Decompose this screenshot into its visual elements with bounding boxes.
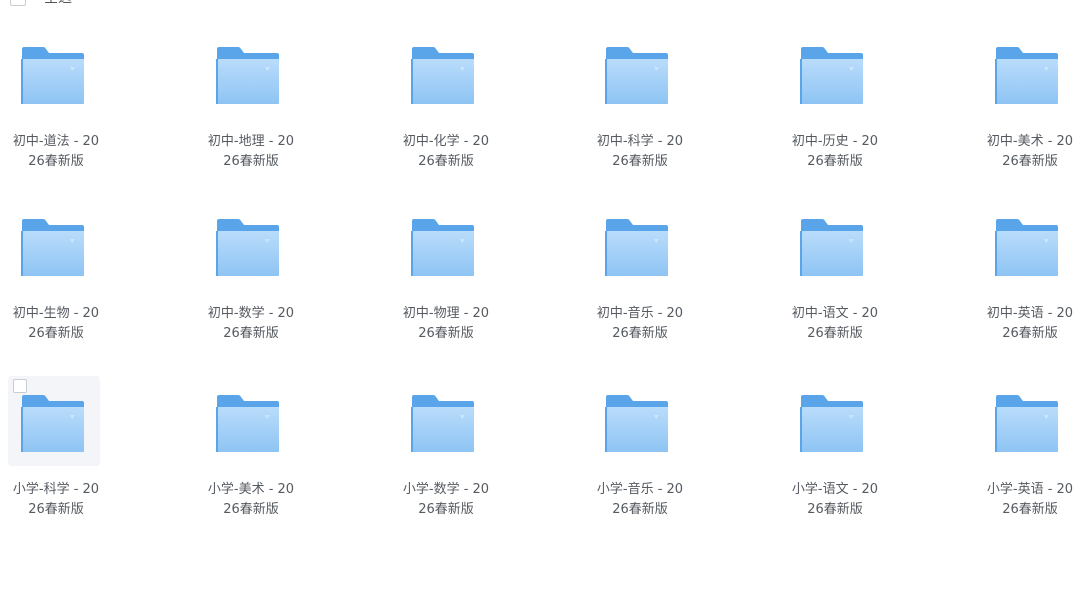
folder-name-line1: 初中-英语 - 20 xyxy=(986,306,1074,321)
folder-name-line2: 26春新版 xyxy=(28,326,84,341)
folder-name-line2: 26春新版 xyxy=(223,502,279,517)
folder-name-line2: 26春新版 xyxy=(612,502,668,517)
folder-name-line2: 26春新版 xyxy=(418,502,474,517)
folder-item[interactable]: 小学-科学 - 20 26春新版 xyxy=(8,376,112,556)
folder-icon xyxy=(605,393,669,453)
folder-name: 初中-物理 - 20 26春新版 xyxy=(378,304,514,344)
folder-name: 小学-美术 - 20 26春新版 xyxy=(183,480,319,520)
folder-name-line1: 初中-道法 - 20 xyxy=(12,134,100,149)
folder-name-line2: 26春新版 xyxy=(28,502,84,517)
folder-item[interactable]: 初中-历史 - 20 26春新版 xyxy=(787,28,891,208)
folder-icon xyxy=(995,217,1059,277)
folder-icon xyxy=(411,45,475,105)
folder-name-line1: 初中-地理 - 20 xyxy=(207,134,295,149)
folder-name-line2: 26春新版 xyxy=(807,502,863,517)
folder-item[interactable]: 小学-数学 - 20 26春新版 xyxy=(398,376,502,556)
folder-name: 初中-地理 - 20 26春新版 xyxy=(183,132,319,172)
folder-grid: 初中-道法 - 20 26春新版 初中-地理 - 20 26春新版 初中-化学 - 20… xyxy=(0,28,1080,568)
select-all-label: 全选 xyxy=(44,0,72,5)
folder-name: 初中-道法 - 20 26春新版 xyxy=(0,132,124,172)
folder-name: 小学-音乐 - 20 26春新版 xyxy=(572,480,708,520)
folder-name: 小学-英语 - 20 26春新版 xyxy=(962,480,1080,520)
folder-icon xyxy=(21,45,85,105)
folder-name: 初中-音乐 - 20 26春新版 xyxy=(572,304,708,344)
folder-item[interactable]: 小学-英语 - 20 26春新版 xyxy=(982,376,1080,556)
folder-item[interactable]: 初中-物理 - 20 26春新版 xyxy=(398,200,502,380)
folder-name: 小学-科学 - 20 26春新版 xyxy=(0,480,124,520)
folder-name-line1: 初中-音乐 - 20 xyxy=(596,306,684,321)
folder-icon xyxy=(216,45,280,105)
folder-name-line2: 26春新版 xyxy=(1002,154,1058,169)
folder-name-line1: 小学-语文 - 20 xyxy=(791,482,879,497)
folder-item[interactable]: 小学-音乐 - 20 26春新版 xyxy=(592,376,696,556)
folder-item[interactable]: 初中-化学 - 20 26春新版 xyxy=(398,28,502,208)
folder-name-line1: 初中-物理 - 20 xyxy=(402,306,490,321)
folder-name-line2: 26春新版 xyxy=(807,326,863,341)
folder-name-line1: 初中-科学 - 20 xyxy=(596,134,684,149)
folder-item[interactable]: 初中-道法 - 20 26春新版 xyxy=(8,28,112,208)
folder-name: 初中-历史 - 20 26春新版 xyxy=(767,132,903,172)
item-checkbox[interactable] xyxy=(13,379,27,393)
folder-name-line2: 26春新版 xyxy=(28,154,84,169)
folder-name: 初中-化学 - 20 26春新版 xyxy=(378,132,514,172)
folder-icon xyxy=(216,393,280,453)
folder-name: 初中-数学 - 20 26春新版 xyxy=(183,304,319,344)
folder-item[interactable]: 小学-语文 - 20 26春新版 xyxy=(787,376,891,556)
toolbar: 全选 xyxy=(0,0,1080,8)
folder-name-line1: 小学-美术 - 20 xyxy=(207,482,295,497)
folder-icon xyxy=(411,393,475,453)
folder-name: 初中-美术 - 20 26春新版 xyxy=(962,132,1080,172)
folder-icon xyxy=(800,393,864,453)
folder-name-line2: 26春新版 xyxy=(418,326,474,341)
folder-name-line1: 初中-历史 - 20 xyxy=(791,134,879,149)
folder-name: 初中-英语 - 20 26春新版 xyxy=(962,304,1080,344)
folder-item[interactable]: 初中-数学 - 20 26春新版 xyxy=(203,200,307,380)
folder-icon xyxy=(995,393,1059,453)
folder-item[interactable]: 初中-英语 - 20 26春新版 xyxy=(982,200,1080,380)
folder-item[interactable]: 初中-语文 - 20 26春新版 xyxy=(787,200,891,380)
folder-name-line1: 初中-语文 - 20 xyxy=(791,306,879,321)
folder-name-line2: 26春新版 xyxy=(223,154,279,169)
folder-icon xyxy=(800,217,864,277)
folder-item[interactable]: 初中-美术 - 20 26春新版 xyxy=(982,28,1080,208)
folder-icon xyxy=(21,393,85,453)
folder-name-line2: 26春新版 xyxy=(807,154,863,169)
folder-name-line1: 小学-英语 - 20 xyxy=(986,482,1074,497)
folder-icon xyxy=(605,217,669,277)
folder-name-line2: 26春新版 xyxy=(1002,326,1058,341)
folder-name-line1: 小学-音乐 - 20 xyxy=(596,482,684,497)
folder-item[interactable]: 初中-地理 - 20 26春新版 xyxy=(203,28,307,208)
folder-item[interactable]: 初中-科学 - 20 26春新版 xyxy=(592,28,696,208)
folder-item[interactable]: 初中-音乐 - 20 26春新版 xyxy=(592,200,696,380)
folder-icon xyxy=(605,45,669,105)
folder-icon xyxy=(21,217,85,277)
folder-name: 小学-语文 - 20 26春新版 xyxy=(767,480,903,520)
folder-item[interactable]: 初中-生物 - 20 26春新版 xyxy=(8,200,112,380)
folder-name-line1: 初中-生物 - 20 xyxy=(12,306,100,321)
folder-item[interactable]: 小学-美术 - 20 26春新版 xyxy=(203,376,307,556)
folder-name-line2: 26春新版 xyxy=(418,154,474,169)
folder-name: 初中-生物 - 20 26春新版 xyxy=(0,304,124,344)
folder-name: 初中-科学 - 20 26春新版 xyxy=(572,132,708,172)
folder-name-line1: 初中-化学 - 20 xyxy=(402,134,490,149)
folder-name: 小学-数学 - 20 26春新版 xyxy=(378,480,514,520)
folder-name-line1: 小学-科学 - 20 xyxy=(12,482,100,497)
folder-name-line2: 26春新版 xyxy=(612,326,668,341)
folder-icon xyxy=(216,217,280,277)
folder-name-line1: 初中-数学 - 20 xyxy=(207,306,295,321)
folder-name-line1: 初中-美术 - 20 xyxy=(986,134,1074,149)
folder-name-line2: 26春新版 xyxy=(612,154,668,169)
folder-icon xyxy=(800,45,864,105)
folder-name-line2: 26春新版 xyxy=(1002,502,1058,517)
folder-icon xyxy=(411,217,475,277)
select-all-checkbox[interactable] xyxy=(10,0,26,6)
folder-name-line2: 26春新版 xyxy=(223,326,279,341)
folder-name: 初中-语文 - 20 26春新版 xyxy=(767,304,903,344)
folder-icon xyxy=(995,45,1059,105)
folder-name-line1: 小学-数学 - 20 xyxy=(402,482,490,497)
